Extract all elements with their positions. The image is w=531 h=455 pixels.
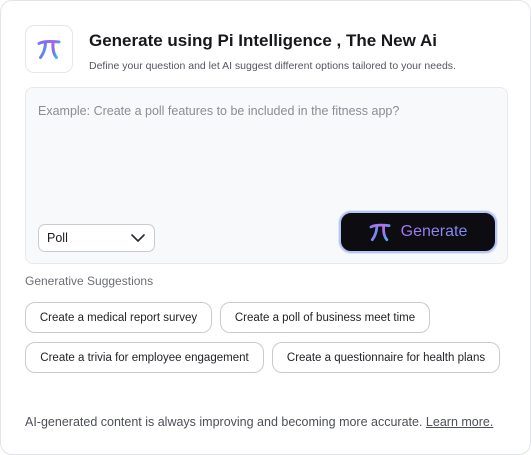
footer-note: AI-generated content is always improving… bbox=[25, 415, 493, 429]
type-select-value: Poll bbox=[47, 231, 68, 245]
suggestion-chip[interactable]: Create a medical report survey bbox=[25, 302, 212, 333]
suggestion-chip[interactable]: Create a poll of business meet time bbox=[220, 302, 430, 333]
footer-text: AI-generated content is always improving… bbox=[25, 415, 423, 429]
prompt-input[interactable] bbox=[26, 88, 507, 208]
suggestion-chip-label: Create a medical report survey bbox=[39, 311, 198, 324]
pi-icon bbox=[369, 223, 391, 242]
suggestion-chip-label: Create a trivia for employee engagement bbox=[40, 351, 249, 364]
page-title: Generate using Pi Intelligence , The New… bbox=[89, 31, 437, 50]
prompt-box: Poll Generate bbox=[25, 87, 508, 264]
suggestion-chip[interactable]: Create a trivia for employee engagement bbox=[25, 342, 264, 373]
chevron-down-icon bbox=[131, 234, 145, 242]
pi-logo-tile bbox=[25, 25, 73, 73]
learn-more-link[interactable]: Learn more. bbox=[426, 415, 493, 429]
generate-button-label: Generate bbox=[400, 223, 468, 240]
page-subtitle: Define your question and let AI suggest … bbox=[89, 60, 456, 72]
suggestion-chip-label: Create a poll of business meet time bbox=[234, 311, 416, 324]
suggestion-chip-label: Create a questionnaire for health plans bbox=[286, 351, 486, 364]
ai-generate-card: Generate using Pi Intelligence , The New… bbox=[0, 0, 531, 455]
suggestions-heading: Generative Suggestions bbox=[25, 274, 154, 288]
generate-button[interactable]: Generate bbox=[339, 211, 497, 253]
type-select[interactable]: Poll bbox=[38, 224, 155, 252]
pi-icon bbox=[37, 39, 61, 59]
suggestion-chip[interactable]: Create a questionnaire for health plans bbox=[272, 342, 500, 373]
